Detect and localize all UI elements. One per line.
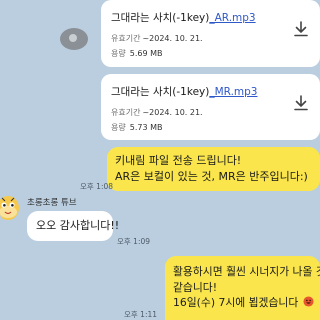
file-name-prefix: 그대라는 사치(-1key) [111,86,210,98]
sender-avatar-partial[interactable] [60,28,88,50]
file-name: 그대라는 사치(-1key)_MR.mp3 [111,84,258,99]
expiry-label: 유효기간 [111,34,141,43]
tube-avatar[interactable] [0,193,20,221]
file-expiry: 유효기간 ~2024. 10. 21. [111,107,203,118]
message-line: 키내림 파일 전송 드립니다! [115,154,242,167]
message-line: 활용하시면 훨씬 시너지가 나올 것 [173,265,320,278]
message-line: 같습니다! [173,280,218,294]
tube-character-icon [0,196,19,220]
expiry-value: ~2024. 10. 21. [142,108,203,117]
file-expiry: 유효기간 ~2024. 10. 21. [111,33,203,44]
file-name-prefix: 그대라는 사치(-1key) [111,12,210,24]
avatar-dot [69,34,77,42]
download-icon[interactable] [292,94,310,112]
smile-emoji-icon [303,296,314,307]
my-message-bubble[interactable]: 키내림 파일 전송 드립니다! AR은 보컬이 있는 것, MR은 반주입니다:… [107,147,320,191]
my-message-bubble[interactable]: 활용하시면 훨씬 시너지가 나올 것 같습니다! 16일(수) 7시에 뵙겠습니… [165,256,320,320]
file-message-mr[interactable]: 그대라는 사치(-1key)_MR.mp3 유효기간 ~2024. 10. 21.… [101,74,320,140]
file-name-link[interactable]: _AR.mp3 [209,12,255,24]
file-name: 그대라는 사치(-1key)_AR.mp3 [111,10,256,25]
sender-name: 초롱초롱 튜브 [27,198,77,208]
size-value: 5.69 MB [129,49,163,58]
expiry-value: ~2024. 10. 21. [142,34,203,43]
message-line: AR은 보컬이 있는 것, MR은 반주입니다:) [115,170,308,183]
their-message-bubble[interactable]: 오오 감사합니다!! [27,211,119,241]
size-value: 5.73 MB [129,123,163,132]
chat-room: 그대라는 사치(-1key)_AR.mp3 유효기간 ~2024. 10. 21.… [0,0,320,320]
file-message-ar[interactable]: 그대라는 사치(-1key)_AR.mp3 유효기간 ~2024. 10. 21.… [101,0,320,67]
message-line: 16일(수) 7시에 뵙겠습니다 [173,296,299,309]
message-text: 오오 감사합니다!! [36,219,120,232]
size-label: 용량 [111,123,126,132]
file-size: 용량 5.69 MB [111,48,162,59]
download-icon[interactable] [292,20,310,38]
file-name-link[interactable]: _MR.mp3 [209,86,257,98]
file-size: 용량 5.73 MB [111,122,162,133]
message-time: 오후 1:08 [80,182,114,191]
size-label: 용량 [111,49,126,58]
expiry-label: 유효기간 [111,108,141,117]
message-time: 오후 1:11 [124,310,158,319]
message-time: 오후 1:09 [117,237,151,246]
message-line-with-emoji: 16일(수) 7시에 뵙겠습니다 [173,295,314,311]
